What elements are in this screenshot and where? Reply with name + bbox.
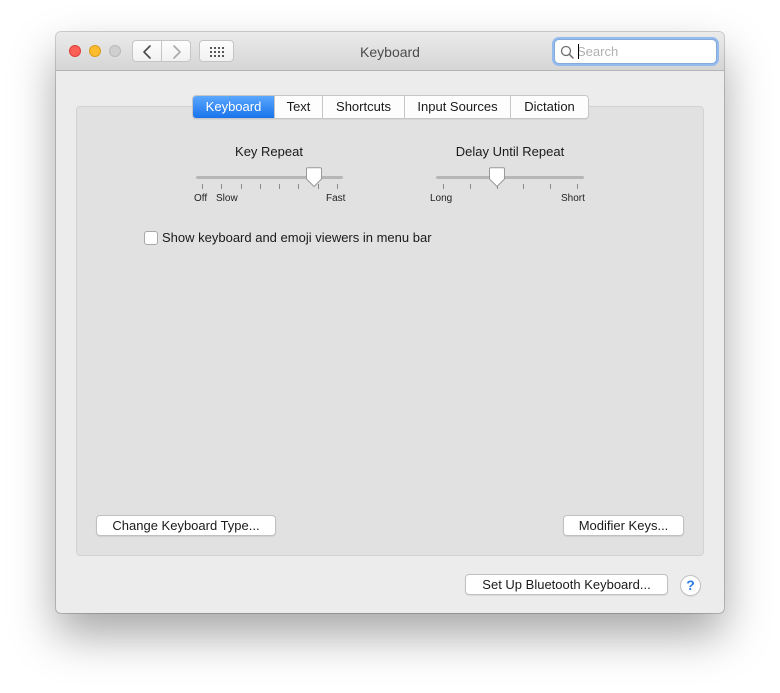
search-input[interactable] bbox=[577, 42, 709, 60]
slider-tick bbox=[577, 184, 578, 189]
tab-bar: Keyboard Text Shortcuts Input Sources Di… bbox=[192, 95, 589, 119]
key-repeat-slow-label: Slow bbox=[216, 193, 238, 204]
set-up-bluetooth-keyboard-button[interactable]: Set Up Bluetooth Keyboard... bbox=[465, 574, 668, 595]
tab-text[interactable]: Text bbox=[274, 96, 322, 118]
menu-bar-viewers-checkbox[interactable] bbox=[144, 231, 158, 245]
text-cursor bbox=[578, 44, 579, 59]
delay-until-repeat-label: Delay Until Repeat bbox=[455, 144, 565, 159]
slider-tick bbox=[202, 184, 203, 189]
slider-tick bbox=[550, 184, 552, 189]
keyboard-preferences-window: Keyboard Keyboard Text Shortcuts Input S… bbox=[56, 32, 724, 613]
delay-until-repeat-track[interactable] bbox=[436, 176, 584, 179]
search-field[interactable] bbox=[554, 39, 717, 64]
slider-tick bbox=[443, 184, 444, 189]
tab-dictation[interactable]: Dictation bbox=[510, 96, 588, 118]
title-bar: Keyboard bbox=[56, 32, 724, 71]
slider-tick bbox=[259, 184, 261, 189]
slider-tick bbox=[298, 184, 300, 189]
key-repeat-thumb[interactable] bbox=[305, 167, 323, 188]
slider-tick bbox=[337, 184, 338, 189]
slider-tick bbox=[523, 184, 525, 189]
tab-keyboard[interactable]: Keyboard bbox=[193, 96, 274, 118]
key-repeat-fast-label: Fast bbox=[326, 193, 346, 204]
tab-input-sources[interactable]: Input Sources bbox=[404, 96, 510, 118]
modifier-keys-button[interactable]: Modifier Keys... bbox=[563, 515, 684, 536]
keyboard-tab-panel bbox=[76, 106, 704, 556]
tab-shortcuts[interactable]: Shortcuts bbox=[322, 96, 404, 118]
help-button[interactable]: ? bbox=[680, 575, 701, 596]
menu-bar-viewers-label[interactable]: Show keyboard and emoji viewers in menu … bbox=[162, 230, 432, 245]
key-repeat-label: Key Repeat bbox=[235, 144, 303, 159]
delay-long-label: Long bbox=[430, 193, 453, 204]
delay-short-label: Short bbox=[561, 193, 585, 204]
change-keyboard-type-button[interactable]: Change Keyboard Type... bbox=[96, 515, 276, 536]
key-repeat-off-label: Off bbox=[194, 193, 208, 204]
slider-tick bbox=[279, 184, 281, 189]
search-icon bbox=[560, 45, 574, 59]
slider-tick bbox=[240, 184, 242, 189]
slider-tick bbox=[469, 184, 471, 189]
slider-tick bbox=[221, 184, 223, 189]
delay-until-repeat-thumb[interactable] bbox=[488, 167, 506, 188]
